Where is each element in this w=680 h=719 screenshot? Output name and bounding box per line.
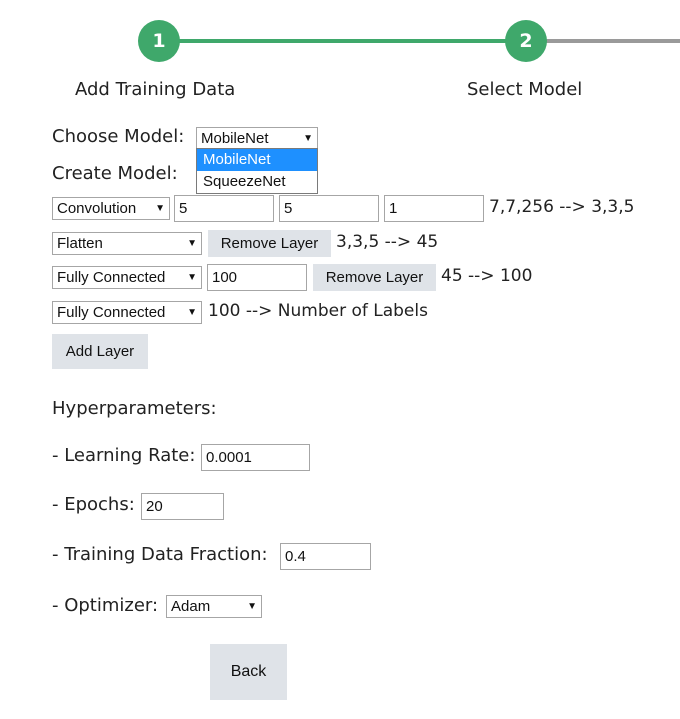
- optimizer-value: Adam: [171, 598, 211, 615]
- layer-1-type-value: Convolution: [57, 200, 137, 217]
- layer-2-shape: 3,3,5 --> 45: [336, 232, 439, 252]
- learning-rate-label: - Learning Rate:: [52, 445, 196, 466]
- step-2-label: Select Model: [467, 79, 583, 100]
- back-button[interactable]: Back: [210, 644, 287, 700]
- learning-rate-input[interactable]: 0.0001: [201, 444, 310, 471]
- chevron-down-icon: ▼: [187, 238, 197, 249]
- layer-2-remove-button[interactable]: Remove Layer: [208, 230, 331, 257]
- dropdown-option-mobilenet[interactable]: MobileNet: [197, 149, 317, 171]
- layer-3-type-select[interactable]: Fully Connected ▼: [52, 266, 202, 289]
- add-layer-button[interactable]: Add Layer: [52, 334, 148, 369]
- training-fraction-input[interactable]: 0.4: [280, 543, 371, 570]
- layer-1-type-select[interactable]: Convolution ▼: [52, 197, 170, 220]
- choose-model-select[interactable]: MobileNet ▼: [196, 127, 318, 149]
- chevron-down-icon: ▼: [187, 272, 197, 283]
- training-fraction-label: - Training Data Fraction:: [52, 544, 268, 565]
- layer-1-kernel-input[interactable]: 5: [174, 195, 274, 222]
- step-1-label: Add Training Data: [75, 79, 236, 100]
- stepper-line-pending: [526, 39, 680, 43]
- layer-3-remove-button[interactable]: Remove Layer: [313, 264, 436, 291]
- chevron-down-icon: ▼: [303, 132, 313, 144]
- step-2-circle[interactable]: 2: [505, 20, 547, 62]
- optimizer-select[interactable]: Adam ▼: [166, 595, 262, 618]
- layer-1-stride-input[interactable]: 5: [279, 195, 379, 222]
- hyperparameters-title: Hyperparameters:: [52, 398, 217, 419]
- create-model-label: Create Model:: [52, 163, 178, 184]
- optimizer-label: - Optimizer:: [52, 595, 159, 616]
- step-1-circle[interactable]: 1: [138, 20, 180, 62]
- dropdown-option-squeezenet[interactable]: SqueezeNet: [197, 171, 317, 193]
- layer-1-shape: 7,7,256 --> 3,3,5: [489, 197, 635, 217]
- choose-model-dropdown-list: MobileNet SqueezeNet: [196, 148, 318, 194]
- layer-1-filters-input[interactable]: 1: [384, 195, 484, 222]
- chevron-down-icon: ▼: [155, 203, 165, 214]
- layer-2-type-value: Flatten: [57, 235, 103, 252]
- layer-2-type-select[interactable]: Flatten ▼: [52, 232, 202, 255]
- choose-model-label: Choose Model:: [52, 126, 185, 147]
- model-builder-page: 1 2 Add Training Data Select Model Choos…: [0, 0, 680, 719]
- layer-4-type-value: Fully Connected: [57, 304, 166, 321]
- layer-3-units-input[interactable]: 100: [207, 264, 307, 291]
- epochs-input[interactable]: 20: [141, 493, 224, 520]
- epochs-label: - Epochs:: [52, 494, 135, 515]
- layer-4-type-select[interactable]: Fully Connected ▼: [52, 301, 202, 324]
- chevron-down-icon: ▼: [247, 601, 257, 612]
- chevron-down-icon: ▼: [187, 307, 197, 318]
- layer-3-shape: 45 --> 100: [441, 266, 533, 286]
- layer-3-type-value: Fully Connected: [57, 269, 166, 286]
- choose-model-value: MobileNet: [201, 129, 269, 147]
- layer-4-shape: 100 --> Number of Labels: [208, 301, 428, 321]
- stepper-line-completed: [158, 39, 526, 43]
